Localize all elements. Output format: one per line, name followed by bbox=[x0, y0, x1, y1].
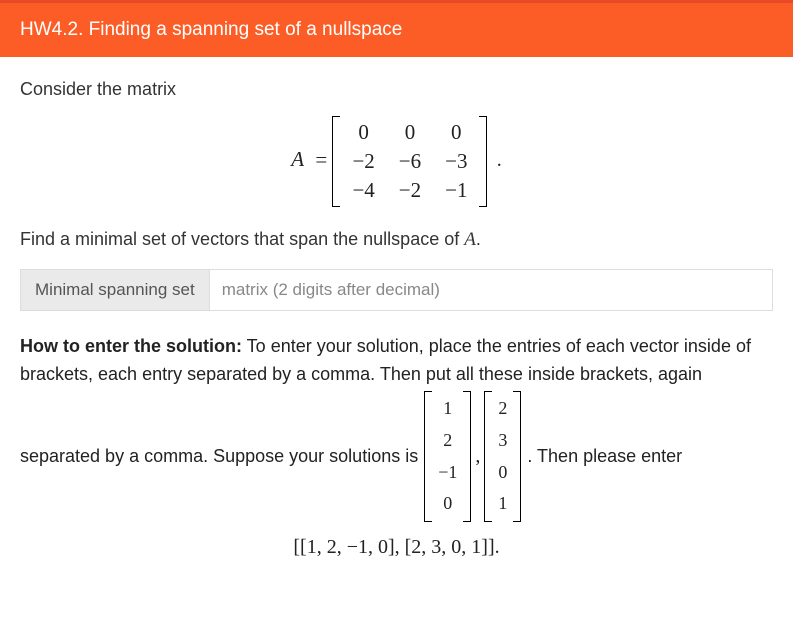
prompt-text: Consider the matrix bbox=[20, 79, 773, 100]
equals-sign: = bbox=[315, 147, 327, 171]
instruction-paragraph: How to enter the solution: To enter your… bbox=[20, 333, 773, 389]
matrix-period: . bbox=[497, 149, 502, 171]
final-entry-example: [[1, 2, −1, 0], [2, 3, 0, 1]]. bbox=[20, 536, 773, 559]
table-row: −2 −6 −3 bbox=[340, 147, 479, 176]
vector-comma: , bbox=[475, 441, 480, 472]
answer-input[interactable] bbox=[209, 269, 773, 311]
example-vectors: 1 2 −1 0 , 2 3 0 1 bbox=[424, 391, 521, 523]
instruction-heading: How to enter the solution: bbox=[20, 336, 242, 356]
example-vector-1: 1 2 −1 0 bbox=[424, 391, 471, 523]
matrix-variable: A bbox=[291, 147, 310, 171]
instruction-segment-b: . Then please enter bbox=[527, 443, 682, 471]
answer-row: Minimal spanning set bbox=[20, 269, 773, 311]
matrix-equation: A = 0 0 0 −2 −6 −3 −4 −2 −1 bbox=[20, 116, 773, 207]
problem-header: HW4.2. Finding a spanning set of a nulls… bbox=[0, 3, 793, 57]
example-vector-2: 2 3 0 1 bbox=[484, 391, 521, 523]
question-text: Find a minimal set of vectors that span … bbox=[20, 229, 773, 251]
problem-title: HW4.2. Finding a spanning set of a nulls… bbox=[20, 19, 402, 40]
table-row: −4 −2 −1 bbox=[340, 176, 479, 205]
table-row: 0 0 0 bbox=[340, 118, 479, 147]
problem-content: Consider the matrix A = 0 0 0 −2 −6 −3 −… bbox=[0, 57, 793, 569]
instruction-block: How to enter the solution: To enter your… bbox=[20, 333, 773, 522]
matrix-A: 0 0 0 −2 −6 −3 −4 −2 −1 bbox=[332, 116, 487, 207]
answer-label: Minimal spanning set bbox=[20, 269, 209, 311]
instruction-inline-row: separated by a comma. Suppose your solut… bbox=[20, 391, 773, 523]
instruction-segment-a: separated by a comma. Suppose your solut… bbox=[20, 443, 418, 471]
